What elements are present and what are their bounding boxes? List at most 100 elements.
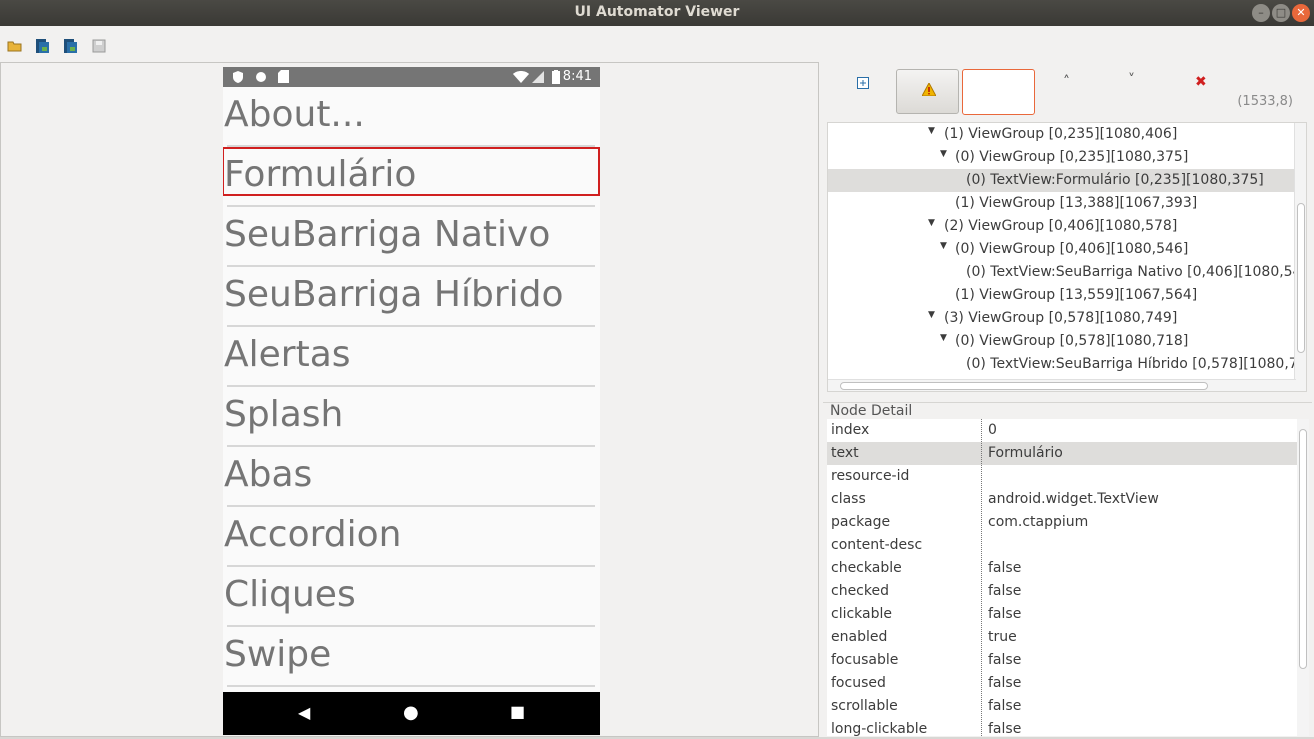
tree-node-label: (0) ViewGroup [0,235][1080,375] (955, 149, 1189, 165)
tree-node-label: (1) ViewGroup [13,559][1067,564] (955, 287, 1198, 303)
search-input[interactable] (962, 69, 1035, 115)
detail-row[interactable]: checked false (827, 580, 1297, 603)
hierarchy-toolbar: ˄ ˅ ✖ (1533,8) (821, 62, 1314, 122)
clear-search-icon[interactable]: ✖ (1195, 74, 1207, 90)
menu-item-alertas[interactable]: Alertas (223, 327, 600, 387)
menu-item-abas[interactable]: Abas (223, 447, 600, 507)
detail-row[interactable]: resource-id (827, 465, 1297, 488)
tree-node[interactable]: (0) TextView:SeuBarriga Nativo [0,406][1… (828, 261, 1306, 284)
scroll-thumb[interactable] (1297, 203, 1305, 353)
node-detail-panel: Node Detail index 0 text Formulário resour… (823, 402, 1312, 736)
expand-triangle-icon[interactable]: ▼ (928, 126, 935, 136)
cursor-coordinates: (1533,8) (1237, 94, 1293, 109)
detail-key: index (831, 422, 870, 438)
detail-key: text (831, 445, 859, 461)
detail-value: android.widget.TextView (988, 491, 1159, 507)
tree-node[interactable]: ▼ (1) ViewGroup [0,235][1080,406] (828, 123, 1296, 146)
tree-node[interactable]: (0) TextView:SeuBarriga Híbrido [0,578][… (828, 353, 1306, 376)
detail-key: content-desc (831, 537, 923, 553)
save-icon[interactable] (91, 38, 107, 54)
shield-icon (233, 71, 243, 83)
maximize-icon[interactable]: □ (1272, 4, 1290, 22)
open-folder-icon[interactable] (7, 38, 23, 54)
menu-item-label: SeuBarriga Nativo (224, 214, 551, 255)
minimize-icon[interactable]: – (1252, 4, 1270, 22)
title-bar: UI Automator Viewer – □ ✕ (0, 0, 1314, 26)
column-separator[interactable] (981, 419, 982, 736)
tree-node-selected[interactable]: (0) TextView:Formulário [0,235][1080,375… (828, 169, 1296, 192)
next-result-icon[interactable]: ˅ (1128, 72, 1135, 88)
tree-node[interactable]: ▼ (0) ViewGroup [0,578][1080,718] (828, 330, 1296, 353)
toggle-nafs-button[interactable] (896, 69, 959, 114)
hierarchy-tree[interactable]: ▼ (1) ViewGroup [0,235][1080,406] ▼ (0) … (827, 122, 1307, 392)
detail-vertical-scrollbar[interactable] (1297, 419, 1309, 736)
menu-item-splash[interactable]: Splash (223, 387, 600, 447)
tree-node[interactable]: ▼ (0) ViewGroup [0,235][1080,375] (828, 146, 1296, 169)
menu-item-accordion[interactable]: Accordion (223, 507, 600, 567)
recents-icon[interactable]: ■ (510, 702, 525, 721)
detail-value: false (988, 675, 1022, 691)
previous-result-icon[interactable]: ˄ (1063, 74, 1070, 90)
detail-row[interactable]: package com.ctappium (827, 511, 1297, 534)
detail-key: resource-id (831, 468, 910, 484)
back-icon[interactable]: ◀ (298, 703, 310, 722)
menu-item-swipe[interactable]: Swipe (223, 627, 600, 687)
detail-row[interactable]: class android.widget.TextView (827, 488, 1297, 511)
device-screen[interactable]: 8:41 About... Formulário SeuBarriga Nati… (223, 67, 600, 735)
detail-key: clickable (831, 606, 893, 622)
expand-triangle-icon[interactable]: ▼ (928, 218, 935, 228)
tree-node[interactable]: ▼ (2) ViewGroup [0,406][1080,578] (828, 215, 1296, 238)
battery-icon (552, 70, 560, 84)
tree-node[interactable]: (1) ViewGroup [13,388][1067,393] (828, 192, 1296, 215)
tree-horizontal-scrollbar[interactable] (828, 379, 1296, 391)
menu-item-about[interactable]: About... (223, 87, 600, 147)
tree-node[interactable]: ▼ (0) ViewGroup [0,406][1080,546] (828, 238, 1296, 261)
detail-row[interactable]: scrollable false (827, 695, 1297, 718)
menu-item-label: About... (224, 94, 365, 135)
menu-item-seubarriga-hibrido[interactable]: SeuBarriga Híbrido (223, 267, 600, 327)
detail-row[interactable]: index 0 (827, 419, 1297, 442)
tree-node-label: (0) TextView:SeuBarriga Híbrido [0,578][… (966, 356, 1307, 372)
expand-triangle-icon[interactable]: ▼ (940, 241, 947, 251)
android-status-bar: 8:41 (223, 67, 600, 87)
detail-row[interactable]: long-clickable false (827, 718, 1297, 736)
menu-item-label: Splash (224, 394, 344, 435)
signal-icon (532, 71, 544, 83)
home-icon[interactable]: ● (403, 702, 419, 723)
tree-node-label: (2) ViewGroup [0,406][1080,578] (944, 218, 1178, 234)
detail-row[interactable]: enabled true (827, 626, 1297, 649)
menu-item-cliques[interactable]: Cliques (223, 567, 600, 627)
device-screenshot-compressed-icon[interactable] (62, 38, 78, 54)
tree-node-label: (0) TextView:SeuBarriga Nativo [0,406][1… (966, 264, 1307, 280)
tree-node[interactable]: ▼ (3) ViewGroup [0,578][1080,749] (828, 307, 1296, 330)
scroll-thumb[interactable] (840, 382, 1208, 390)
detail-key: enabled (831, 629, 888, 645)
detail-key: checked (831, 583, 889, 599)
android-nav-bar: ◀ ● ■ (223, 692, 600, 735)
expand-triangle-icon[interactable]: ▼ (940, 333, 947, 343)
detail-row-selected[interactable]: text Formulário (827, 442, 1297, 465)
close-window-icon[interactable]: ✕ (1292, 4, 1310, 22)
status-time: 8:41 (562, 69, 592, 84)
detail-row[interactable]: checkable false (827, 557, 1297, 580)
tree-node[interactable]: (1) ViewGroup [13,559][1067,564] (828, 284, 1296, 307)
menu-item-label: Alertas (224, 334, 351, 375)
expand-triangle-icon[interactable]: ▼ (928, 310, 935, 320)
detail-key: class (831, 491, 866, 507)
scroll-thumb[interactable] (1299, 429, 1307, 669)
menu-item-seubarriga-nativo[interactable]: SeuBarriga Nativo (223, 207, 600, 267)
expand-all-icon[interactable] (857, 77, 869, 89)
detail-value: false (988, 583, 1022, 599)
detail-row[interactable]: content-desc (827, 534, 1297, 557)
node-detail-table[interactable]: index 0 text Formulário resource-id class a… (827, 419, 1297, 736)
expand-triangle-icon[interactable]: ▼ (940, 149, 947, 159)
detail-row[interactable]: focused false (827, 672, 1297, 695)
detail-value: false (988, 721, 1022, 736)
menu-item-label: SeuBarriga Híbrido (224, 274, 564, 315)
detail-key: focusable (831, 652, 899, 668)
detail-row[interactable]: clickable false (827, 603, 1297, 626)
detail-value: true (988, 629, 1017, 645)
tree-vertical-scrollbar[interactable] (1294, 123, 1306, 391)
device-screenshot-icon[interactable] (34, 38, 50, 54)
detail-row[interactable]: focusable false (827, 649, 1297, 672)
